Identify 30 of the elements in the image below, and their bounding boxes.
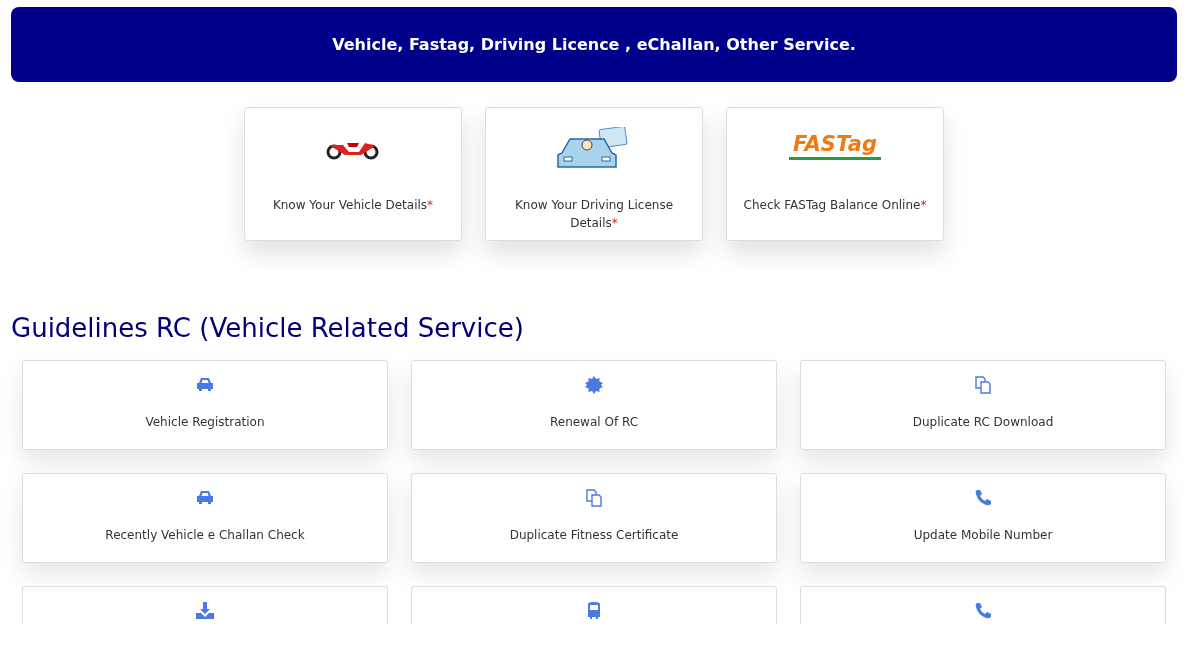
- service-card[interactable]: Know Your Vehicle Details*: [244, 107, 462, 241]
- service-card[interactable]: Know Your Driving License Details*: [485, 107, 703, 241]
- service-card[interactable]: Update Mobile Number: [800, 473, 1166, 563]
- service-card[interactable]: FASTag Check FASTag Balance Online*: [726, 107, 944, 241]
- section-heading: Guidelines RC (Vehicle Related Service): [11, 312, 525, 345]
- card-label: Duplicate Fitness Certificate: [509, 528, 679, 542]
- card-label: Duplicate RC Download: [912, 415, 1054, 429]
- card-label: Check FASTag Balance Online*: [743, 197, 927, 214]
- service-card[interactable]: Duplicate RC Download: [800, 360, 1166, 450]
- banner-title: Vehicle, Fastag, Driving Licence , eChallan, Other Service.: [332, 35, 856, 54]
- service-card[interactable]: Renewal Of RC: [411, 360, 777, 450]
- service-card[interactable]: [411, 586, 777, 624]
- card-label: Recently Vehicle e Challan Check: [105, 528, 305, 542]
- card-label: Renewal Of RC: [549, 415, 639, 429]
- card-label: Vehicle Registration: [145, 415, 265, 429]
- service-card[interactable]: Recently Vehicle e Challan Check: [22, 473, 388, 563]
- download-icon: [195, 601, 215, 621]
- service-card[interactable]: [22, 586, 388, 624]
- phone-icon: [973, 601, 993, 621]
- service-card[interactable]: [800, 586, 1166, 624]
- service-card[interactable]: Duplicate Fitness Certificate: [411, 473, 777, 563]
- copy-icon: [973, 375, 993, 395]
- card-label: Know Your Driving License Details*: [513, 197, 675, 232]
- service-card[interactable]: Vehicle Registration: [22, 360, 388, 450]
- card-label: Update Mobile Number: [913, 528, 1053, 542]
- copy-icon: [584, 488, 604, 508]
- card-label: Know Your Vehicle Details*: [272, 197, 434, 214]
- badge-icon: [584, 375, 604, 395]
- phone-icon: [973, 488, 993, 508]
- fastag-logo: FASTag: [788, 130, 882, 160]
